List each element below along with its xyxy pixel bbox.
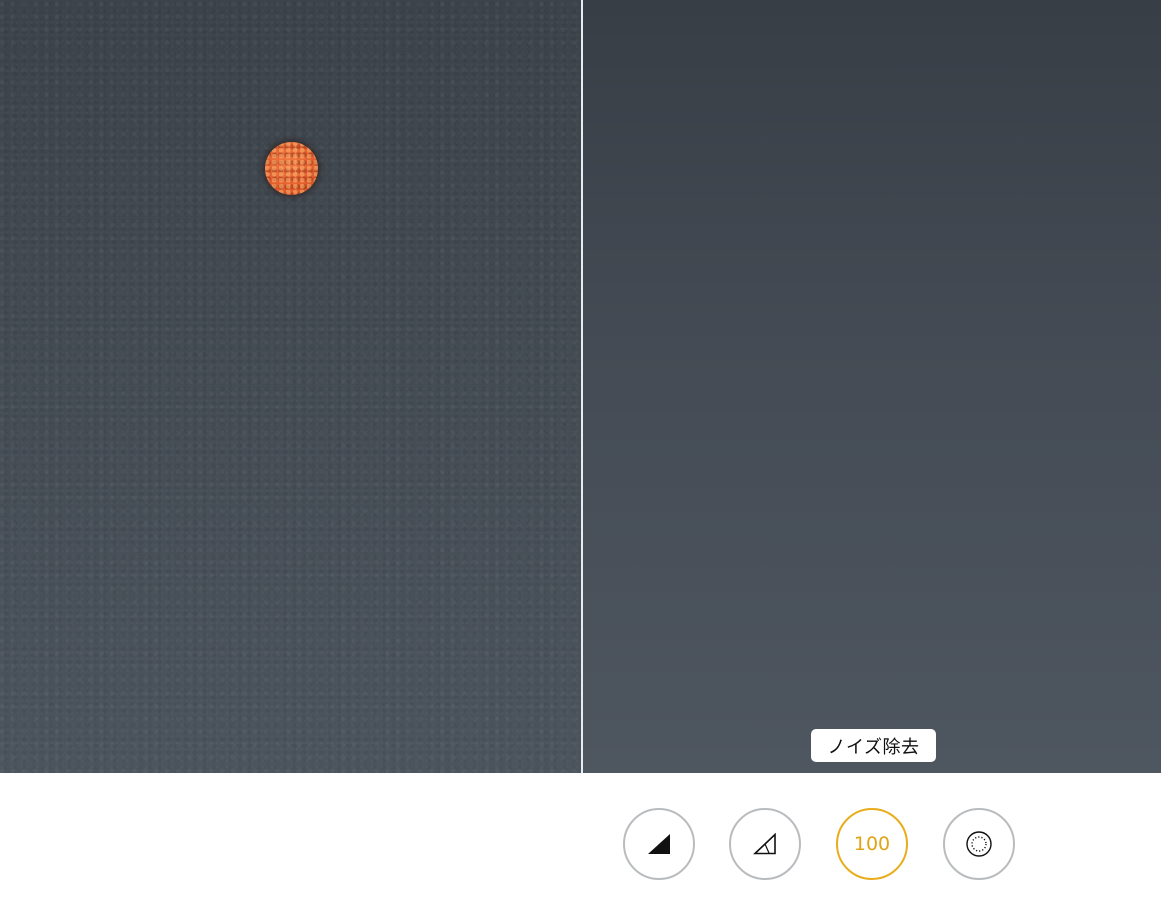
editor-stage: ノイズ除去 100: [0, 0, 1161, 897]
outline-triangle-icon: [753, 833, 777, 855]
dotted-circle-button[interactable]: [943, 808, 1015, 880]
moon-noisy: [265, 142, 318, 195]
after-image: [583, 0, 1161, 773]
adjustment-toolbar: 100: [0, 773, 1161, 897]
dotted-circle-icon: [965, 830, 993, 858]
filled-triangle-icon: [647, 833, 671, 855]
effect-label-badge: ノイズ除去: [811, 729, 936, 762]
before-image: [0, 0, 581, 773]
noise-reduction-button[interactable]: 100: [836, 808, 908, 880]
comparison-view[interactable]: ノイズ除去: [0, 0, 1161, 773]
filled-triangle-button[interactable]: [623, 808, 695, 880]
noise-reduction-value: 100: [853, 833, 891, 855]
outline-triangle-button[interactable]: [729, 808, 801, 880]
